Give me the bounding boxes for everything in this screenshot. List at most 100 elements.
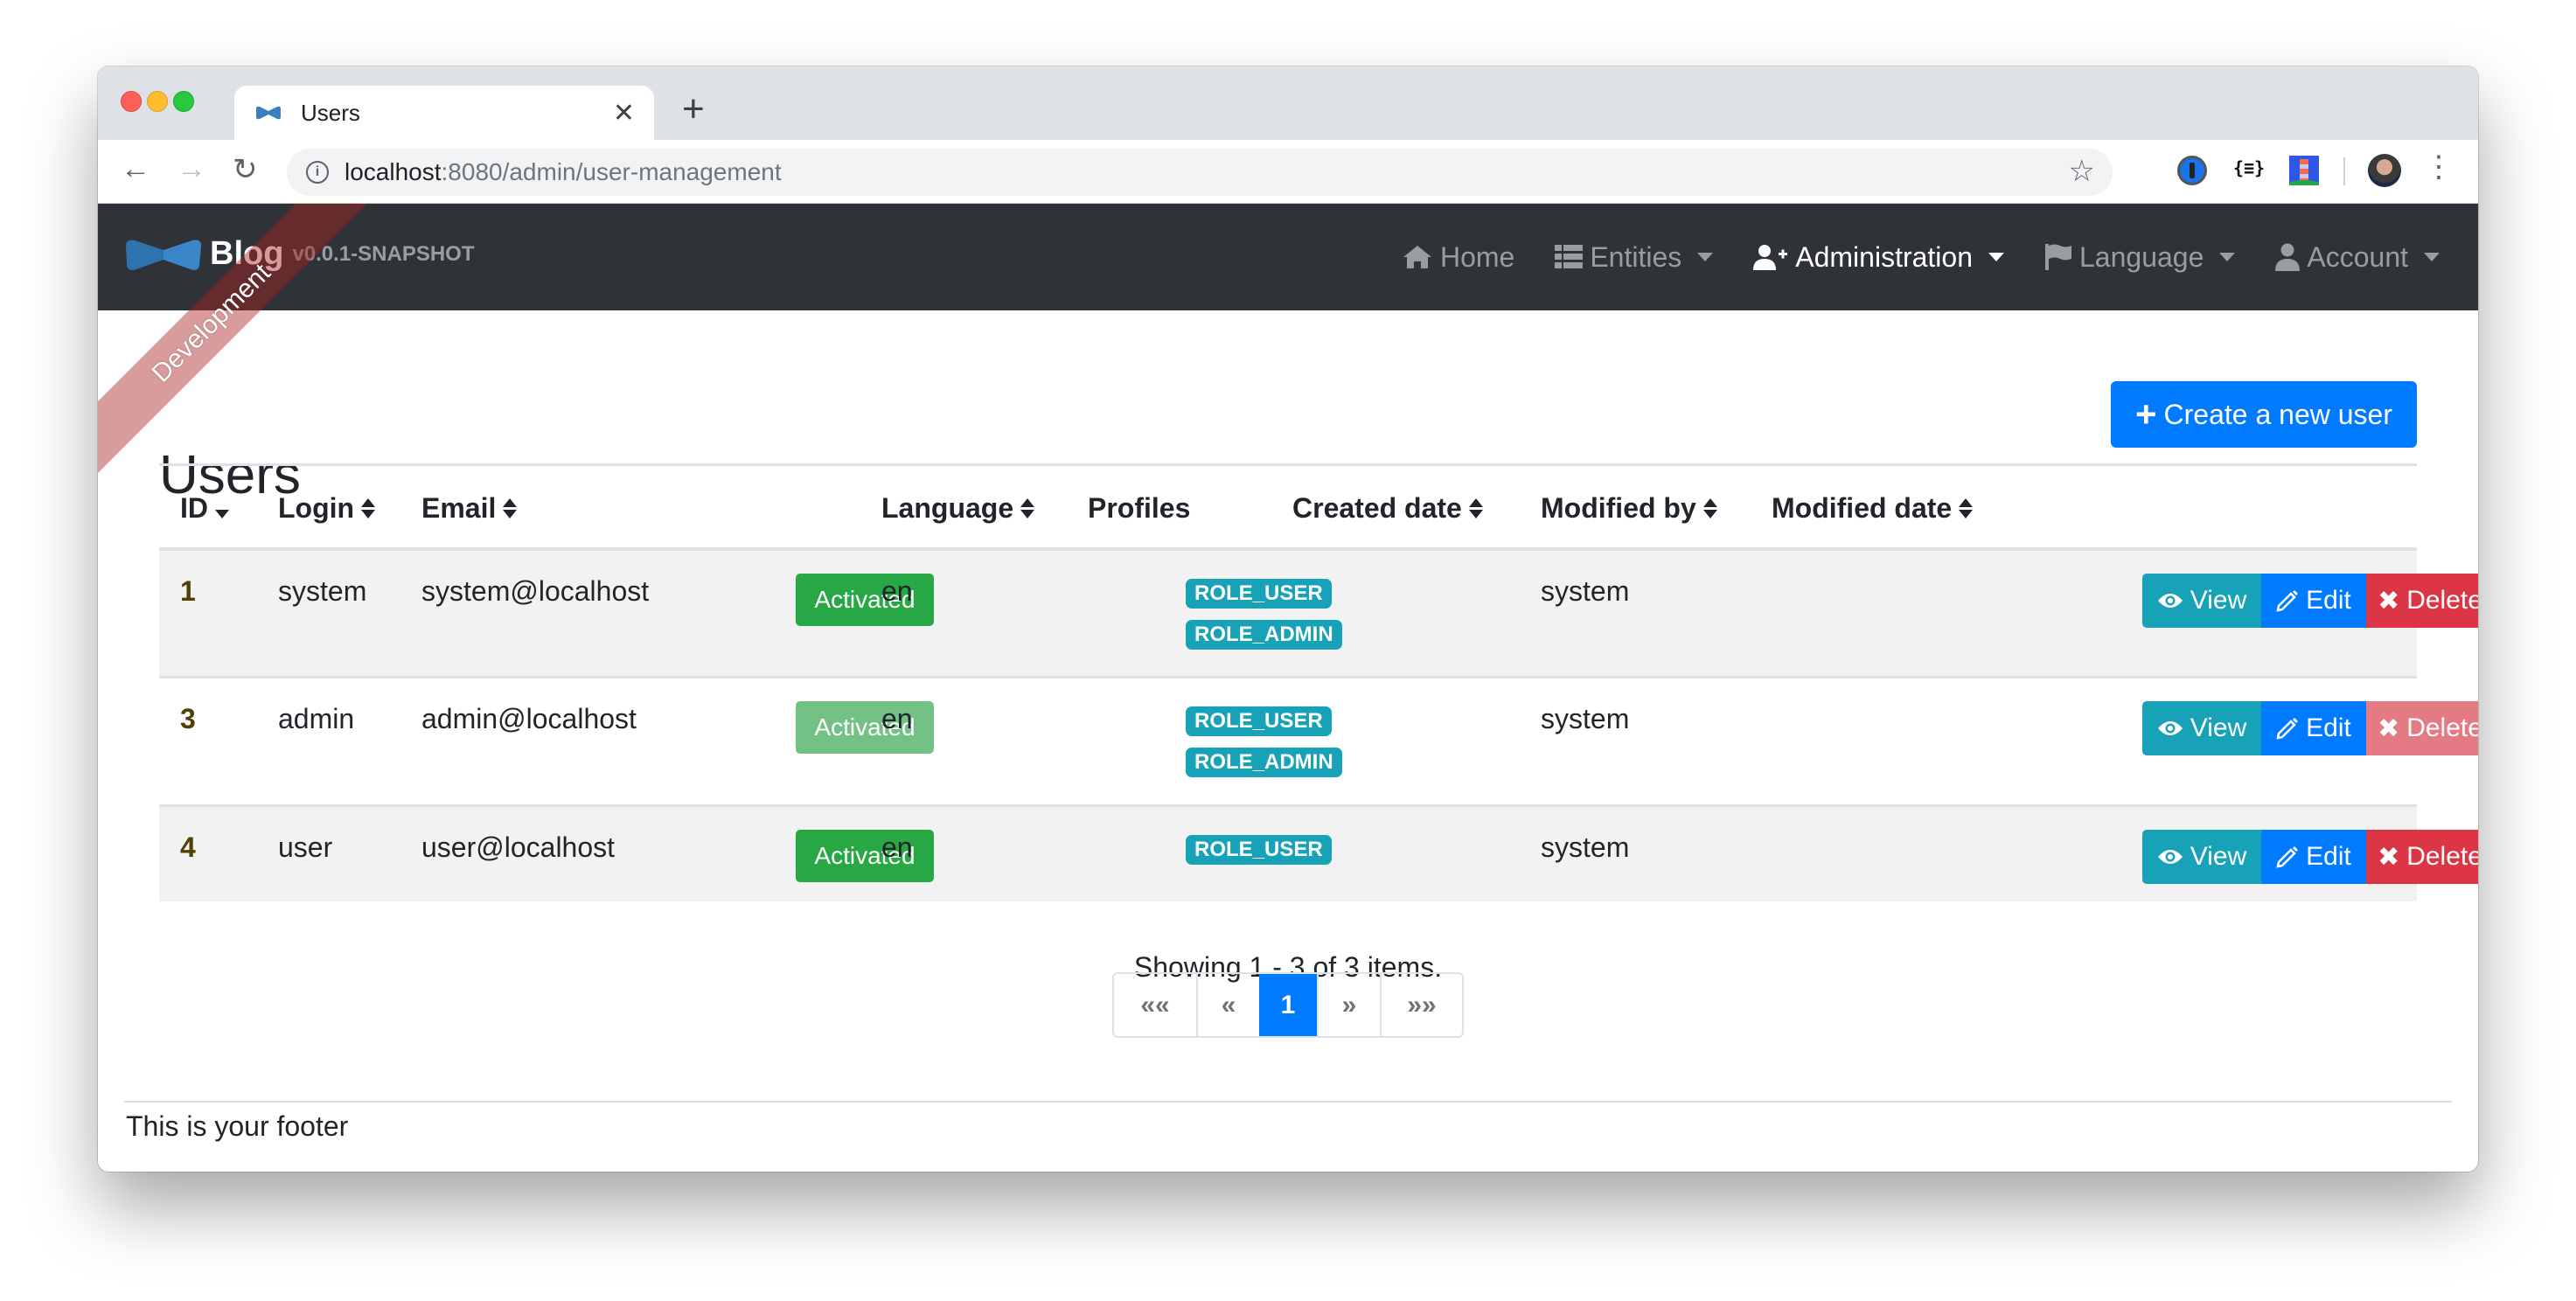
user-modified-by: system xyxy=(1541,831,1630,863)
chevron-down-icon xyxy=(1988,253,2004,261)
tab-strip: Users ✕ + xyxy=(98,66,2478,140)
table-row: 4 user user@localhost Activated en ROLE_… xyxy=(159,807,2478,901)
row-actions: View Edit ✖ Delete xyxy=(2142,830,2478,884)
new-tab-button[interactable]: + xyxy=(682,87,705,131)
pencil-icon xyxy=(2276,589,2299,612)
role-badge: ROLE_USER xyxy=(1186,835,1332,865)
footer-text: This is your footer xyxy=(126,1110,349,1142)
delete-button[interactable]: ✖ Delete xyxy=(2366,830,2478,884)
edit-button[interactable]: Edit xyxy=(2261,574,2366,628)
prev-page-button[interactable]: « xyxy=(1196,974,1259,1036)
user-login: user xyxy=(278,831,333,863)
column-header-login[interactable]: Login xyxy=(278,492,376,525)
column-header-email[interactable]: Email xyxy=(421,492,518,525)
column-header-id[interactable]: ID xyxy=(180,492,229,525)
app-navbar: Blog v0.0.1-SNAPSHOT Home Entities Admin… xyxy=(98,204,2478,310)
main-nav: Home Entities Administration Language Ac… xyxy=(1361,204,2440,310)
role-badge: ROLE_USER xyxy=(1186,579,1332,609)
edit-button[interactable]: Edit xyxy=(2261,830,2366,884)
times-icon: ✖ xyxy=(2378,713,2400,743)
nav-home[interactable]: Home xyxy=(1402,241,1514,274)
chevron-down-icon xyxy=(2424,253,2440,261)
sort-desc-icon xyxy=(215,509,229,518)
toolbar-divider xyxy=(2343,157,2345,185)
minimize-window-button[interactable] xyxy=(147,91,168,112)
pencil-icon xyxy=(2276,845,2299,868)
forward-arrow-icon[interactable]: → xyxy=(177,152,206,186)
row-actions: View Edit ✖ Delete xyxy=(2142,574,2478,628)
edit-button[interactable]: Edit xyxy=(2261,701,2366,755)
bookmark-star-icon[interactable]: ☆ xyxy=(2069,154,2095,189)
user-icon xyxy=(2275,243,2301,271)
nav-entities[interactable]: Entities xyxy=(1555,241,1714,274)
tab-close-icon[interactable]: ✕ xyxy=(613,98,635,129)
row-actions: View Edit ✖ Delete xyxy=(2142,701,2478,755)
nav-administration[interactable]: Administration xyxy=(1753,241,2004,274)
user-modified-by: system xyxy=(1541,575,1630,607)
user-id-link[interactable]: 4 xyxy=(180,831,196,864)
nav-administration-label: Administration xyxy=(1795,240,1973,273)
profile-avatar[interactable] xyxy=(2368,154,2401,187)
flag-icon xyxy=(2044,243,2072,271)
nav-language[interactable]: Language xyxy=(2044,241,2236,274)
last-page-button[interactable]: »» xyxy=(1380,974,1462,1036)
close-window-button[interactable] xyxy=(121,91,142,112)
chevron-down-icon xyxy=(1697,253,1714,261)
nav-account[interactable]: Account xyxy=(2275,241,2440,274)
1password-icon[interactable] xyxy=(2177,156,2207,185)
user-language: en xyxy=(881,575,913,607)
user-email: system@localhost xyxy=(421,575,650,607)
plus-icon: + xyxy=(2135,393,2157,435)
delete-button: ✖ Delete xyxy=(2366,701,2478,755)
column-header-modified-by[interactable]: Modified by xyxy=(1541,492,1717,525)
browser-tab[interactable]: Users ✕ xyxy=(234,86,654,140)
eye-icon xyxy=(2157,592,2183,609)
brand-title: Blog xyxy=(210,235,284,272)
user-id-link[interactable]: 3 xyxy=(180,703,196,735)
role-badge: ROLE_ADMIN xyxy=(1186,748,1342,777)
user-email: user@localhost xyxy=(421,831,616,863)
view-button[interactable]: View xyxy=(2142,701,2261,755)
create-user-button[interactable]: + Create a new user xyxy=(2111,381,2417,448)
footer-divider xyxy=(124,1101,2452,1103)
column-header-language[interactable]: Language xyxy=(881,492,1035,525)
first-page-button[interactable]: «« xyxy=(1114,974,1196,1036)
maximize-window-button[interactable] xyxy=(173,91,194,112)
home-icon xyxy=(1402,244,1433,270)
sort-icon xyxy=(361,498,376,518)
role-badge: ROLE_ADMIN xyxy=(1186,620,1342,650)
brand-link[interactable]: Blog v0.0.1-SNAPSHOT xyxy=(124,235,475,273)
browser-toolbar: ← → ↻ i localhost:8080/admin/user-manage… xyxy=(98,140,2478,204)
address-bar[interactable]: i localhost:8080/admin/user-management ☆ xyxy=(287,149,2113,196)
pagination: «« « 1 » »» xyxy=(1112,972,1464,1038)
user-profiles: ROLE_USER xyxy=(1186,835,1332,876)
activated-toggle-button[interactable]: Activated xyxy=(796,830,934,882)
sort-icon xyxy=(1702,498,1717,518)
times-icon: ✖ xyxy=(2378,842,2400,872)
chevron-down-icon xyxy=(2219,253,2236,261)
sort-icon xyxy=(503,498,518,518)
times-icon: ✖ xyxy=(2378,586,2400,616)
browser-menu-icon[interactable]: ⋮ xyxy=(2424,152,2454,182)
browser-window: Users ✕ + ← → ↻ i localhost:8080/admin/u… xyxy=(98,66,2478,1172)
activated-toggle-button[interactable]: Activated xyxy=(796,574,934,626)
column-header-modified-date[interactable]: Modified date xyxy=(1772,492,1974,525)
user-id-link[interactable]: 1 xyxy=(180,575,196,608)
reload-icon[interactable]: ↻ xyxy=(233,152,258,187)
column-header-created-date[interactable]: Created date xyxy=(1292,492,1483,525)
table-row: 3 admin admin@localhost Activated en ROL… xyxy=(159,678,2478,807)
user-modified-by: system xyxy=(1541,703,1630,734)
tab-title: Users xyxy=(301,99,360,126)
pencil-icon xyxy=(2276,717,2299,740)
next-page-button[interactable]: » xyxy=(1317,974,1380,1036)
user-plus-icon xyxy=(1753,244,1788,270)
view-button[interactable]: View xyxy=(2142,574,2261,628)
nav-home-label: Home xyxy=(1439,240,1515,273)
lighthouse-icon[interactable] xyxy=(2289,156,2319,185)
view-button[interactable]: View xyxy=(2142,830,2261,884)
json-formatter-icon[interactable]: {≡} xyxy=(2231,157,2266,187)
site-info-icon[interactable]: i xyxy=(306,161,329,184)
page-1-button[interactable]: 1 xyxy=(1259,974,1317,1036)
delete-button[interactable]: ✖ Delete xyxy=(2366,574,2478,628)
back-arrow-icon[interactable]: ← xyxy=(121,152,150,186)
